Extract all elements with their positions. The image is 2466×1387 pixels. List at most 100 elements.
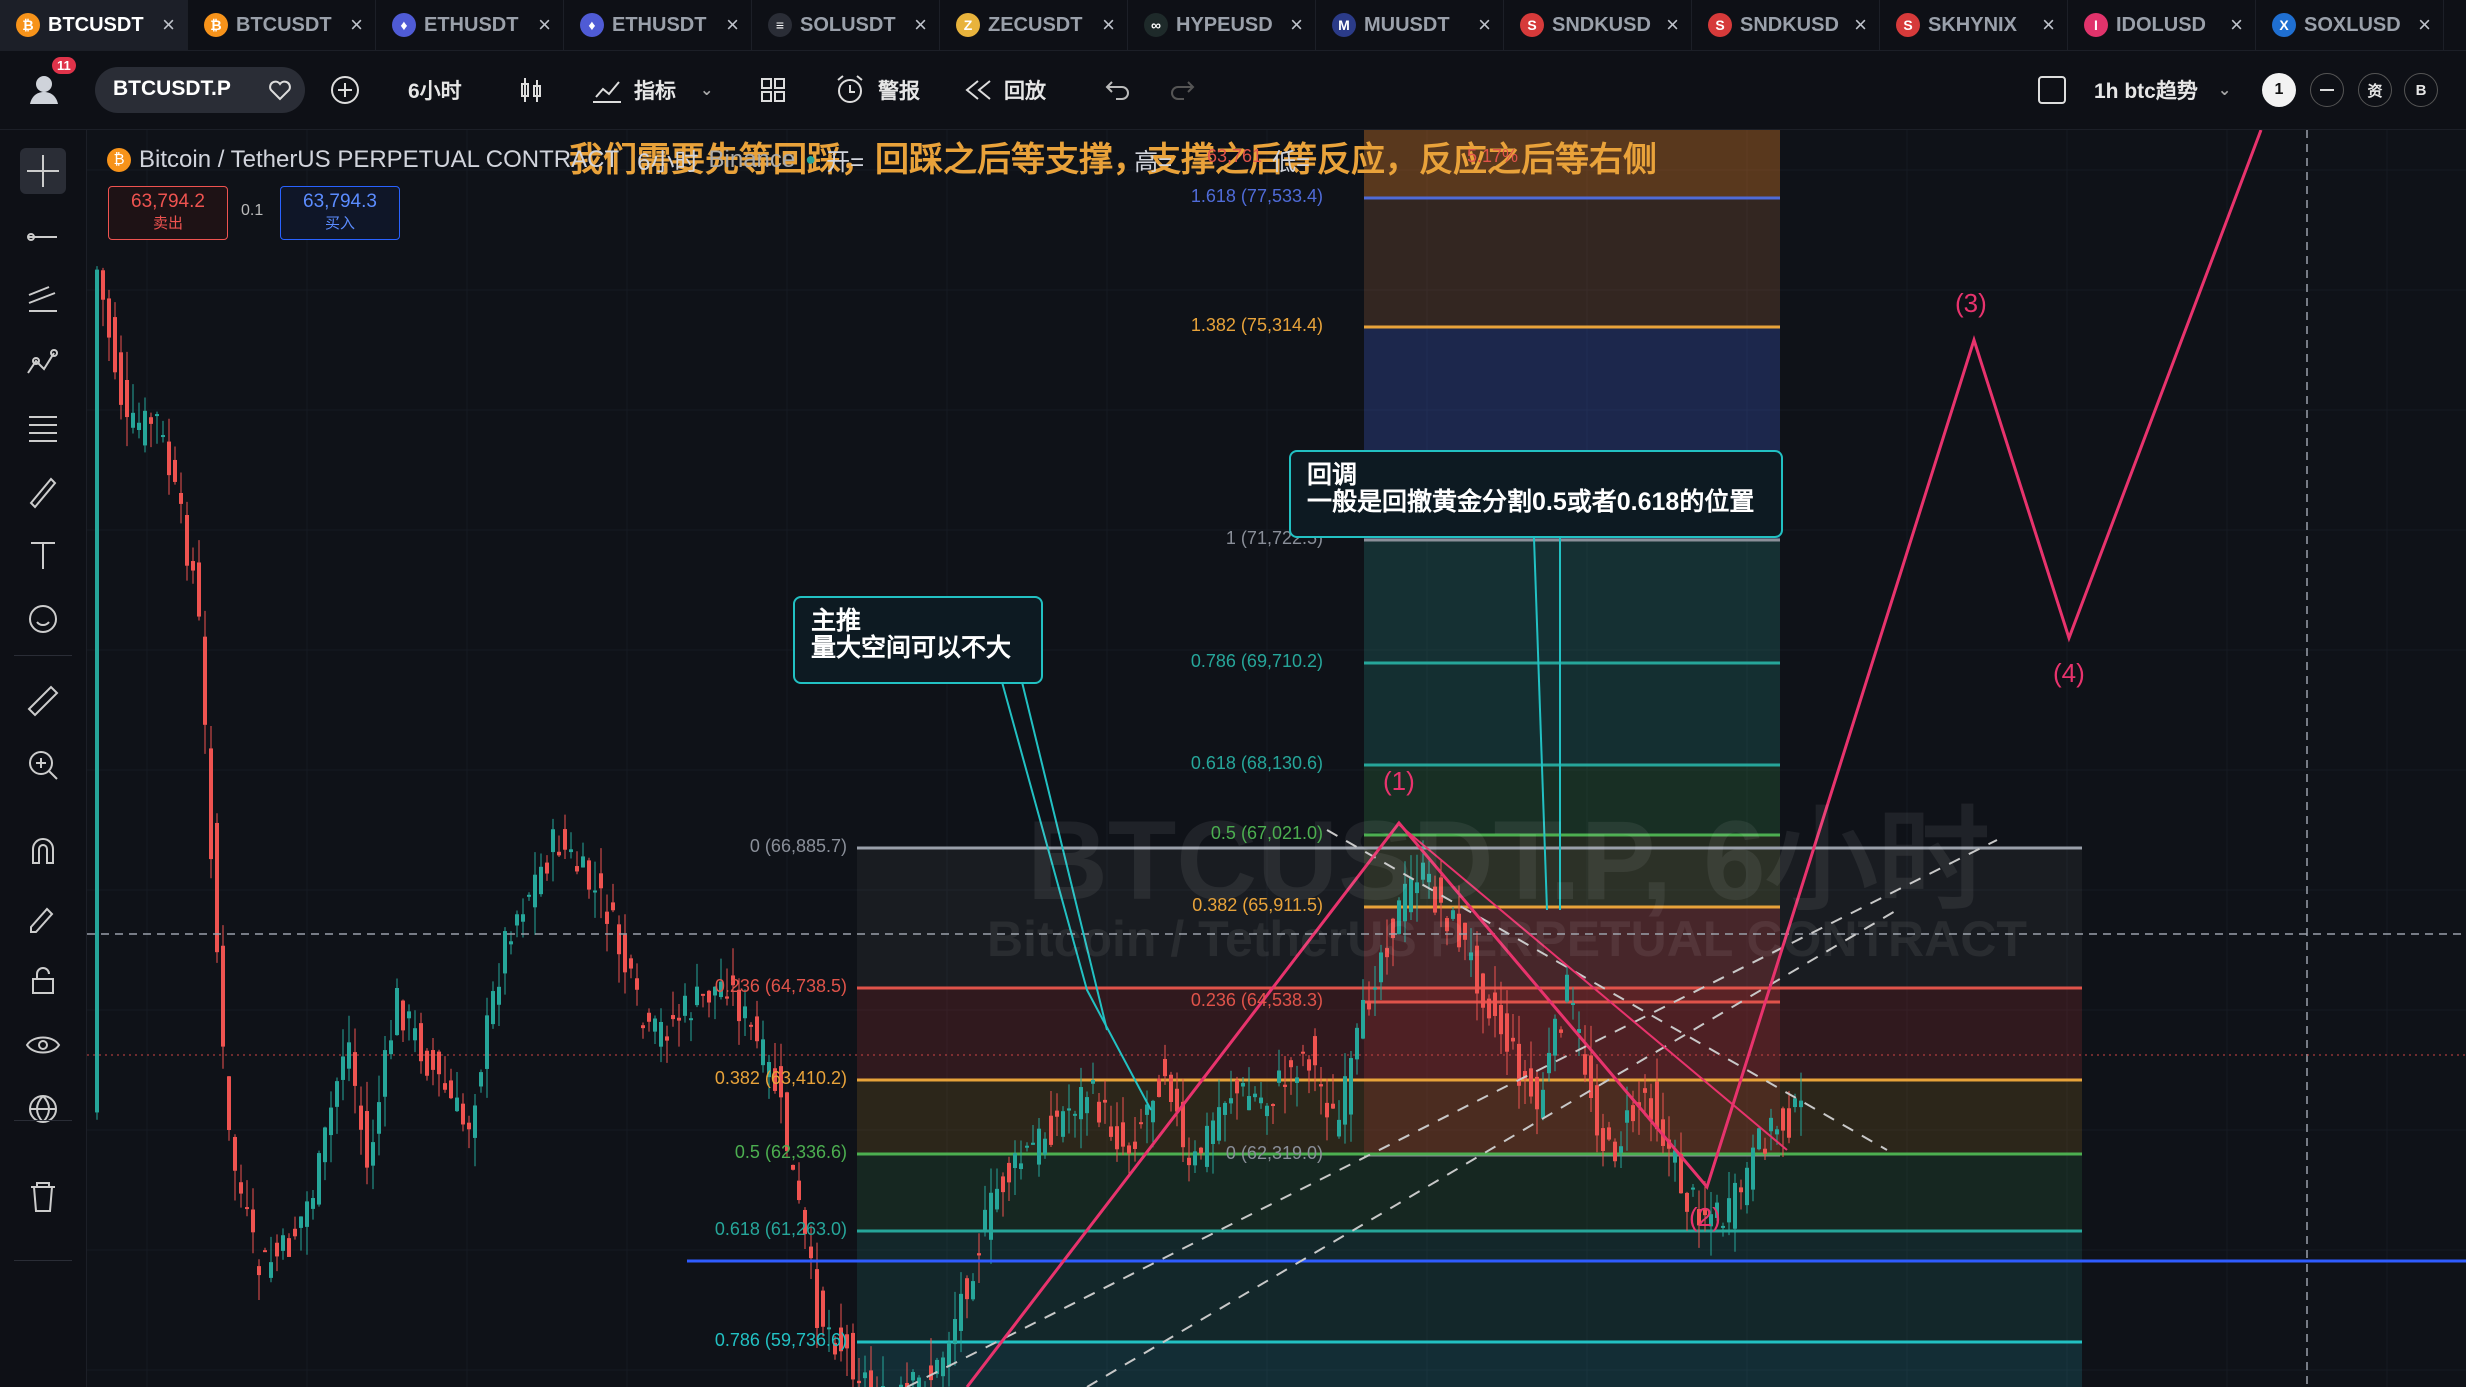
sidebar-tool-magnet[interactable] bbox=[20, 830, 66, 876]
broker-button[interactable]: B bbox=[2404, 73, 2438, 107]
wave-label-2: (2) bbox=[1689, 1202, 1721, 1232]
candle-body bbox=[395, 988, 399, 1036]
close-icon[interactable]: × bbox=[2418, 12, 2431, 38]
candle-body bbox=[1061, 1111, 1065, 1137]
candle-body bbox=[641, 1025, 645, 1029]
rewind-icon bbox=[965, 80, 991, 100]
candle-body bbox=[1649, 1098, 1653, 1120]
close-icon[interactable]: × bbox=[914, 12, 927, 38]
buy-button[interactable]: 63,794.3 买入 bbox=[280, 186, 400, 240]
tab-btcusdt[interactable]: ₿ BTCUSDT × bbox=[0, 0, 188, 50]
fib-left-level-label: 0 (66,885.7) bbox=[749, 836, 847, 856]
tab-ethusdt[interactable]: ♦ ETHUSDT × bbox=[376, 0, 564, 50]
tab-sndkusd[interactable]: S SNDKUSD × bbox=[1692, 0, 1880, 50]
undo-button[interactable] bbox=[1104, 71, 1132, 109]
minimize-button[interactable] bbox=[2310, 73, 2344, 107]
chart-pane[interactable]: BTCUSDT.P, 6小时 Bitcoin / TetherUS PERPET… bbox=[87, 130, 2466, 1387]
sidebar-tool-brush[interactable] bbox=[20, 468, 66, 514]
sidebar-tool-crosshair[interactable] bbox=[20, 148, 66, 194]
redo-button[interactable] bbox=[1168, 71, 1196, 109]
tab-idolusd[interactable]: I IDOLUSD × bbox=[2068, 0, 2256, 50]
replay-button[interactable]: 回放 bbox=[964, 71, 1046, 109]
close-icon[interactable]: × bbox=[1666, 12, 1679, 38]
chart-type-button[interactable] bbox=[516, 71, 546, 109]
sidebar-tool-trash[interactable] bbox=[20, 1174, 66, 1220]
candle-body bbox=[275, 1242, 279, 1257]
candle-body bbox=[1757, 1128, 1761, 1150]
tab-sndkusd[interactable]: S SNDKUSD × bbox=[1504, 0, 1692, 50]
symbol-search-button[interactable]: BTCUSDT.P bbox=[95, 67, 305, 113]
btcusdt-coin-icon: ₿ bbox=[204, 13, 228, 37]
pullback-callout[interactable]: 回调 一般是回撤黄金分割0.5或者0.618的位置 bbox=[1289, 450, 1783, 538]
candle-body bbox=[551, 829, 555, 853]
chevron-down-icon: ⌄ bbox=[700, 82, 714, 99]
zoom-in-icon bbox=[29, 751, 58, 780]
close-icon[interactable]: × bbox=[162, 12, 175, 38]
fib-right-level-label: 0 (62,319.0) bbox=[1225, 1143, 1323, 1163]
candle-body bbox=[461, 1103, 465, 1125]
fib-left-level-label: 0.5 (62,336.6) bbox=[734, 1142, 847, 1162]
sidebar-tool-ruler[interactable] bbox=[20, 678, 66, 724]
sidebar-tool-emoji[interactable] bbox=[20, 596, 66, 642]
fib-right-level-label: 0.5 (67,021.0) bbox=[1210, 823, 1323, 843]
tab-skhynix[interactable]: S SKHYNIX × bbox=[1880, 0, 2068, 50]
close-icon[interactable]: × bbox=[726, 12, 739, 38]
sndkusd-coin-icon: S bbox=[1520, 13, 1544, 37]
candle-body bbox=[1631, 1105, 1635, 1122]
assets-button[interactable]: 资 bbox=[2358, 73, 2392, 107]
indicators-button[interactable]: 指标 ⌄ bbox=[590, 71, 713, 109]
close-icon[interactable]: × bbox=[538, 12, 551, 38]
sidebar-tool-lock[interactable] bbox=[20, 958, 66, 1004]
compare-symbol-button[interactable] bbox=[328, 71, 362, 109]
sidebar-tool-globe[interactable] bbox=[20, 1086, 66, 1132]
interval-button[interactable]: 6小时 bbox=[408, 71, 462, 109]
sidebar-tool-text-tool[interactable] bbox=[20, 532, 66, 578]
candle-body bbox=[227, 1076, 231, 1131]
sidebar-tool-trend-line[interactable] bbox=[20, 212, 66, 258]
sidebar-tool-eye[interactable] bbox=[20, 1022, 66, 1068]
candle-body bbox=[1547, 1052, 1551, 1074]
candle-body bbox=[485, 1015, 489, 1069]
candle-body bbox=[215, 822, 219, 953]
main-push-callout[interactable]: 主推 量大空间可以不大 bbox=[793, 596, 1043, 684]
pullback-title: 回调 bbox=[1307, 461, 1358, 489]
candle-body bbox=[1097, 1101, 1101, 1123]
close-icon[interactable]: × bbox=[1854, 12, 1867, 38]
user-avatar[interactable]: 11 bbox=[26, 57, 76, 111]
close-icon[interactable]: × bbox=[2230, 12, 2243, 38]
tab-hypeusd[interactable]: ∞ HYPEUSD × bbox=[1128, 0, 1316, 50]
close-icon[interactable]: × bbox=[2042, 12, 2055, 38]
close-icon[interactable]: × bbox=[1478, 12, 1491, 38]
sidebar-tool-fib-tool[interactable] bbox=[20, 404, 66, 450]
candle-body bbox=[761, 1039, 765, 1066]
sidebar-tool-pitchfork[interactable] bbox=[20, 276, 66, 322]
fullscreen-checkbox[interactable] bbox=[2036, 71, 2068, 109]
tab-ethusdt[interactable]: ♦ ETHUSDT × bbox=[564, 0, 752, 50]
tab-muusdt[interactable]: M MUUSDT × bbox=[1316, 0, 1504, 50]
sidebar-tool-pencil-lock[interactable] bbox=[20, 894, 66, 940]
candle-body bbox=[977, 1253, 981, 1256]
candle-body bbox=[125, 380, 129, 418]
tab-solusdt[interactable]: ≡ SOLUSDT × bbox=[752, 0, 940, 50]
alert-button[interactable]: 警报 bbox=[834, 71, 920, 109]
sell-button[interactable]: 63,794.2 卖出 bbox=[108, 186, 228, 240]
tab-btcusdt[interactable]: ₿ BTCUSDT × bbox=[188, 0, 376, 50]
sidebar-tool-pattern[interactable] bbox=[20, 340, 66, 386]
candle-body bbox=[281, 1235, 285, 1251]
candle-body bbox=[1055, 1110, 1059, 1117]
layout-name-button[interactable]: 1h btc趋势 ⌄ bbox=[2094, 71, 2231, 109]
candle-body bbox=[209, 748, 213, 860]
candle-body bbox=[1031, 1142, 1035, 1145]
sidebar-tool-zoom-in[interactable] bbox=[20, 742, 66, 788]
tab-zecusdt[interactable]: Z ZECUSDT × bbox=[940, 0, 1128, 50]
close-icon[interactable]: × bbox=[1102, 12, 1115, 38]
layouts-button[interactable] bbox=[758, 71, 788, 109]
ethusdt-coin-icon: ♦ bbox=[392, 13, 416, 37]
close-icon[interactable]: × bbox=[1290, 12, 1303, 38]
muusdt-coin-icon: M bbox=[1332, 13, 1356, 37]
candle-body bbox=[497, 986, 501, 1005]
close-icon[interactable]: × bbox=[350, 12, 363, 38]
tab-soxlusd[interactable]: X SOXLUSD × bbox=[2256, 0, 2444, 50]
candle-body bbox=[593, 890, 597, 893]
layout-badge[interactable]: 1 bbox=[2262, 73, 2296, 107]
